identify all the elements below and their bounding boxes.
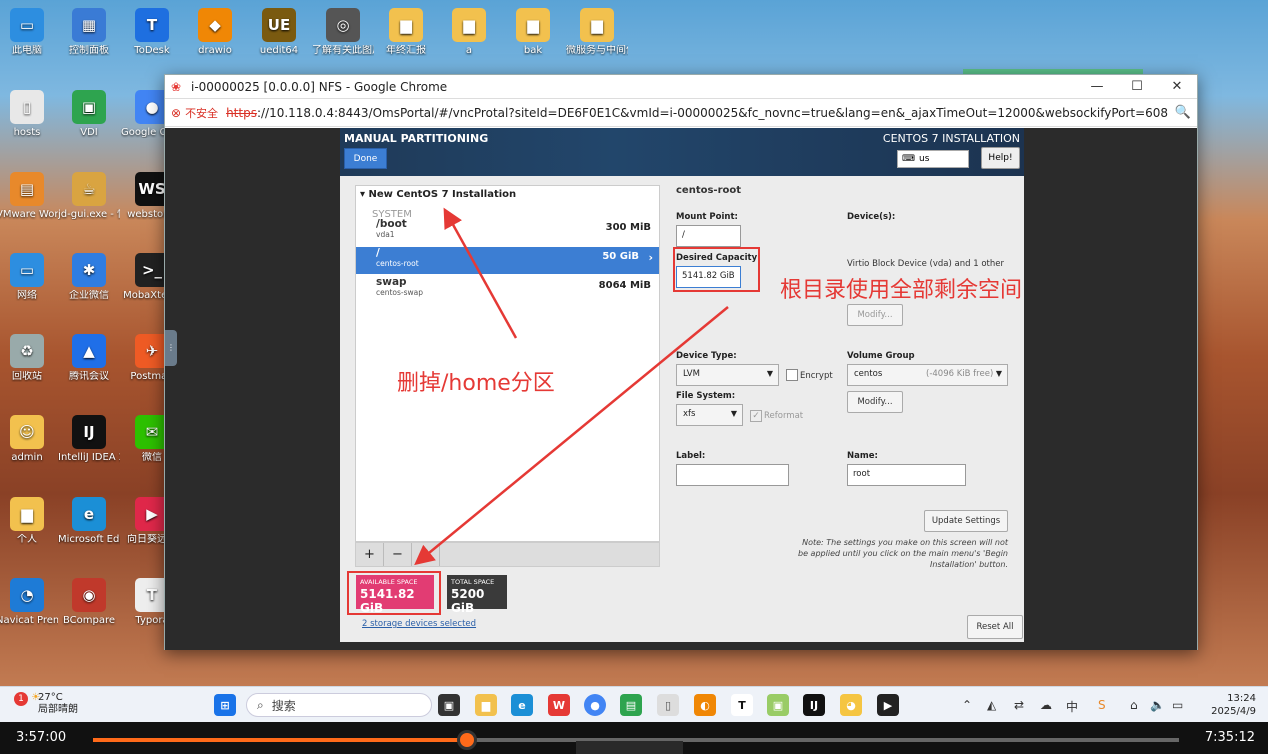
edge-icon[interactable]: e [511, 694, 533, 716]
file-explorer-icon[interactable]: ▆ [475, 694, 497, 716]
duration-time: 7:35:12 [1204, 730, 1255, 745]
player-tooltip [576, 741, 683, 754]
task-view-icon[interactable]: ▣ [438, 694, 460, 716]
clock-date: 2025/4/9 [1211, 706, 1256, 717]
typora-icon[interactable]: T [731, 694, 753, 716]
vdi-icon[interactable]: ▣ [767, 694, 789, 716]
tray-network-icon[interactable]: ⌂ [1130, 698, 1138, 712]
wps-icon[interactable]: W [548, 694, 570, 716]
arrow-to-boot-area [443, 207, 518, 339]
tray-s-icon[interactable]: S [1098, 698, 1106, 712]
image-viewer-icon[interactable]: ▤ [620, 694, 642, 716]
tray-sync-icon[interactable]: ⇄ [1014, 698, 1024, 712]
weather-desc: 局部晴朗 [38, 704, 78, 715]
qq-icon[interactable]: ◕ [840, 694, 862, 716]
search-placeholder: 搜索 [271, 698, 296, 713]
tray-cloud-icon[interactable]: ☁ [1040, 698, 1052, 712]
tray-battery-icon[interactable]: ▭ [1172, 698, 1183, 712]
taskbar-clock[interactable]: 13:24 2025/4/9 [1211, 692, 1256, 718]
app-icon[interactable]: ◐ [694, 694, 716, 716]
clock-time: 13:24 [1227, 693, 1256, 704]
weather-widget[interactable]: 1 ☀ 27°C 局部晴朗 [14, 692, 78, 715]
search-icon: ⌕ [257, 697, 264, 712]
progress-fill [93, 738, 467, 742]
weather-badge: 1 [14, 692, 28, 706]
tray-volume-icon[interactable]: 🔈 [1150, 698, 1165, 712]
tray-ime-icon[interactable]: 中 [1066, 698, 1078, 715]
windows-taskbar: 1 ☀ 27°C 局部晴朗 ⊞ ⌕ 搜索 ▣ ▆ e W ● ▤ ▯ ◐ T ▣ … [0, 686, 1268, 722]
current-time: 3:57:00 [16, 730, 67, 745]
tray-app-icon[interactable]: ◭ [987, 698, 996, 712]
annotation-arrows [414, 207, 729, 566]
chrome-icon[interactable]: ● [584, 694, 606, 716]
progress-thumb[interactable] [456, 730, 477, 750]
mobaxterm-icon[interactable]: ▶ [877, 694, 899, 716]
taskbar-search[interactable]: ⌕ 搜索 [246, 693, 432, 717]
idea-icon[interactable]: IJ [803, 694, 825, 716]
tray-overflow-icon[interactable]: ⌃ [962, 698, 972, 712]
start-windows-icon[interactable]: ⊞ [214, 694, 236, 716]
arrow-to-available-space [414, 306, 729, 566]
weather-temp: 27°C [38, 692, 63, 703]
notepad-icon[interactable]: ▯ [657, 694, 679, 716]
